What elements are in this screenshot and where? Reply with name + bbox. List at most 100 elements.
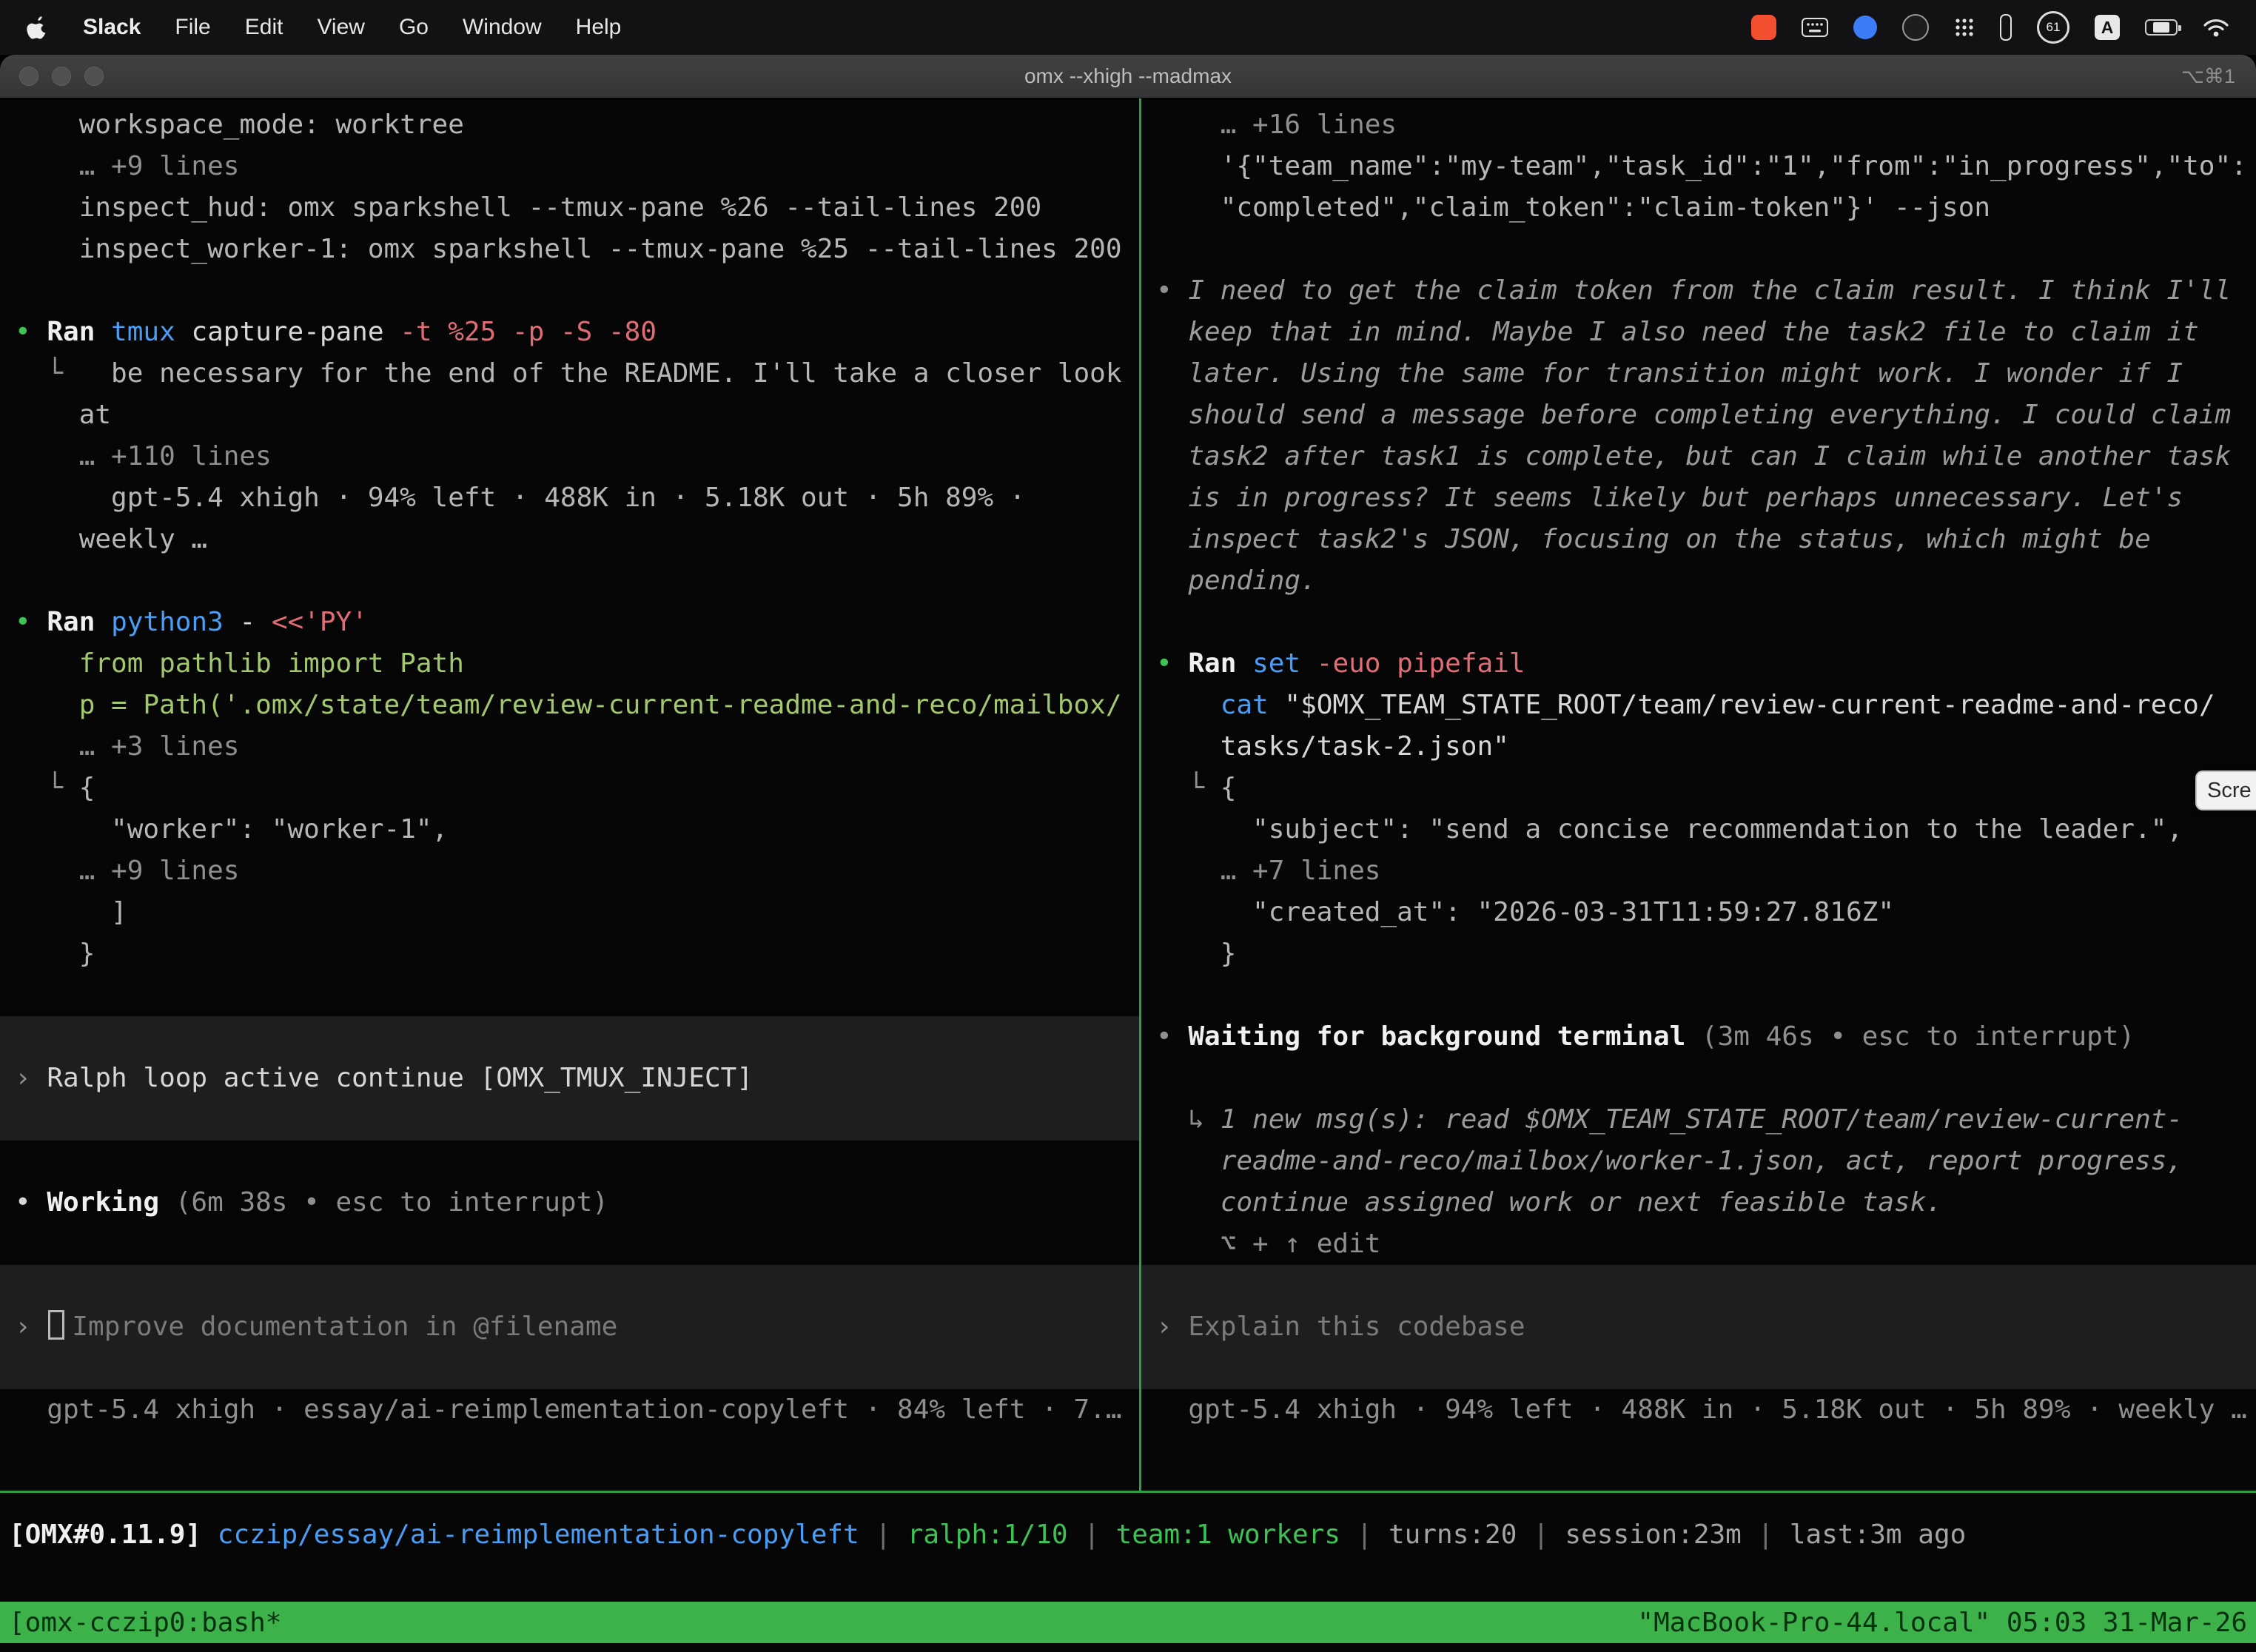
terminal-line: at (15, 394, 1139, 436)
terminal-line: └ { (15, 768, 1139, 809)
input-cursor (48, 1310, 64, 1340)
terminal-line: '{"team_name":"my-team","task_id":"1","f… (1156, 146, 2256, 187)
text-segment: (6m 38s • esc to interrupt) (175, 1187, 608, 1218)
prompt-band-line[interactable] (0, 1348, 1139, 1389)
text-segment: is in progress? It seems likely but perh… (1156, 483, 2183, 513)
terminal-line: "subject": "send a concise recommendatio… (1156, 809, 2256, 850)
stats-pill-icon[interactable] (2000, 14, 2012, 41)
text-segment: Explain this codebase (1188, 1312, 1525, 1342)
prompt-band-line[interactable] (0, 1016, 1139, 1058)
menu-file[interactable]: File (175, 15, 210, 40)
terminal-line: • I need to get the claim token from the… (1156, 270, 2256, 312)
prompt-band-line[interactable] (0, 1265, 1139, 1306)
terminal-line: gpt-5.4 xhigh · 94% left · 488K in · 5.1… (15, 477, 1139, 519)
text-segment: from pathlib import Path (15, 648, 464, 679)
text-segment: › (15, 1312, 47, 1342)
terminal-line: "completed","claim_token":"claim-token"}… (1156, 187, 2256, 229)
terminal-line: └ be necessary for the end of the README… (15, 353, 1139, 394)
menu-bar-status-icons: 61 A (1751, 11, 2229, 44)
omx-branch-path: cczip/essay/ai-reimplementation-copyleft (218, 1520, 859, 1550)
text-segment: continue assigned work or next feasible … (1156, 1187, 1942, 1218)
prompt-band-line[interactable] (1141, 1348, 2256, 1389)
terminal-line (15, 560, 1139, 602)
terminal-line: gpt-5.4 xhigh · essay/ai-reimplementatio… (15, 1389, 1139, 1431)
battery-percent-icon[interactable]: 61 (2037, 11, 2069, 44)
text-segment: (3m 46s • esc to interrupt) (1702, 1021, 2135, 1052)
omx-team-workers: team:1 workers (1116, 1520, 1340, 1550)
pane-divider-horizontal (0, 1491, 2256, 1493)
terminal-line: keep that in mind. Maybe I also need the… (1156, 312, 2256, 353)
text-segment: › (1156, 1312, 1188, 1342)
menu-edit[interactable]: Edit (245, 15, 283, 40)
text-segment: -euo pipefail (1300, 648, 1525, 679)
keyboard-icon[interactable] (1802, 18, 1828, 37)
text-segment: - (224, 607, 272, 637)
input-source-icon[interactable]: A (2095, 15, 2120, 40)
input-source-value: A (2101, 18, 2114, 38)
terminal-line: tasks/task-2.json" (1156, 726, 2256, 768)
title-bar[interactable]: omx --xhigh --madmax ⌥⌘1 (0, 55, 2256, 98)
prompt-band-line[interactable]: › Improve documentation in @filename (0, 1306, 1139, 1348)
terminal-line: "created_at": "2026-03-31T11:59:27.816Z" (1156, 892, 2256, 933)
text-segment: { (1221, 773, 1237, 803)
battery-icon[interactable] (2145, 19, 2178, 36)
terminal-line (1156, 975, 2256, 1016)
text-segment: inspect_hud: omx sparkshell --tmux-pane … (15, 192, 1041, 223)
tmux-host-and-time: "MacBook-Pro-44.local" 05:03 31-Mar-26 (1637, 1608, 2247, 1638)
terminal-line: task2 after task1 is complete, but can I… (1156, 436, 2256, 477)
terminal-line: gpt-5.4 xhigh · 94% left · 488K in · 5.1… (1156, 1389, 2256, 1431)
terminal-line (1156, 602, 2256, 643)
screen-recording-icon[interactable] (1751, 15, 1776, 40)
text-segment: Ralph loop active continue [OMX_TMUX_INJ… (47, 1063, 753, 1093)
menu-window[interactable]: Window (463, 15, 542, 40)
pane-leader-agent[interactable]: workspace_mode: worktree … +9 lines insp… (0, 98, 1139, 1431)
terminal-line (1156, 229, 2256, 270)
dots-grid-icon[interactable] (1954, 17, 1975, 38)
text-segment: ↳ (1156, 1104, 1221, 1135)
text-segment: gpt-5.4 xhigh · 94% left · 488K in · 5.1… (15, 483, 1025, 513)
raycast-icon[interactable] (1853, 16, 1877, 39)
terminal-line: • Ran set -euo pipefail (1156, 643, 2256, 685)
menu-help[interactable]: Help (576, 15, 622, 40)
text-segment: Improve documentation in @filename (72, 1312, 617, 1342)
text-segment: "subject": "send a concise recommendatio… (1156, 814, 2183, 845)
apple-menu-icon[interactable] (27, 15, 49, 40)
terminal-line: p = Path('.omx/state/team/review-current… (15, 685, 1139, 726)
pane-worker-agent[interactable]: … +16 lines '{"team_name":"my-team","tas… (1141, 98, 2256, 1431)
text-segment: tmux (111, 317, 175, 347)
text-segment: • (15, 607, 47, 637)
terminal-content[interactable]: workspace_mode: worktree … +9 lines insp… (0, 98, 2256, 1652)
text-segment: later. Using the same for transition mig… (1156, 358, 2183, 389)
text-segment: … +9 lines (15, 856, 239, 886)
text-segment: • (1156, 648, 1188, 679)
text-segment: • (1156, 1021, 1188, 1052)
status-separator: | (1068, 1520, 1116, 1550)
text-segment: { (79, 773, 95, 803)
omx-status-line: [OMX#0.11.9] cczip/essay/ai-reimplementa… (9, 1514, 1966, 1556)
terminal-line: └ { (1156, 768, 2256, 809)
menu-view[interactable]: View (317, 15, 364, 40)
text-segment: cat (1221, 690, 1285, 720)
terminal-line: weekly … (15, 519, 1139, 560)
prompt-band-line[interactable]: › Explain this codebase (1141, 1306, 2256, 1348)
text-segment: … +16 lines (1156, 110, 1397, 140)
app-circle-icon[interactable] (1902, 14, 1929, 41)
text-segment: Working (47, 1187, 175, 1218)
terminal-line: … +9 lines (15, 146, 1139, 187)
text-segment: … +110 lines (15, 441, 272, 471)
menu-go[interactable]: Go (399, 15, 429, 40)
active-app-menu[interactable]: Slack (83, 15, 141, 40)
prompt-band-line[interactable] (1141, 1265, 2256, 1306)
text-segment: • (15, 317, 47, 347)
terminal-line: • Waiting for background terminal (3m 46… (1156, 1016, 2256, 1058)
terminal-line: later. Using the same for transition mig… (1156, 353, 2256, 394)
text-segment: be necessary for the end of the README. … (111, 358, 1121, 389)
window-title: omx --xhigh --madmax (0, 64, 2256, 88)
text-segment: └ (15, 358, 111, 389)
text-segment: task2 after task1 is complete, but can I… (1156, 441, 2231, 471)
prompt-band-line[interactable]: › Ralph loop active continue [OMX_TMUX_I… (0, 1058, 1139, 1099)
prompt-band-line[interactable] (0, 1099, 1139, 1141)
terminal-line: … +9 lines (15, 850, 1139, 892)
terminal-line: is in progress? It seems likely but perh… (1156, 477, 2256, 519)
wifi-icon[interactable] (2203, 17, 2229, 38)
